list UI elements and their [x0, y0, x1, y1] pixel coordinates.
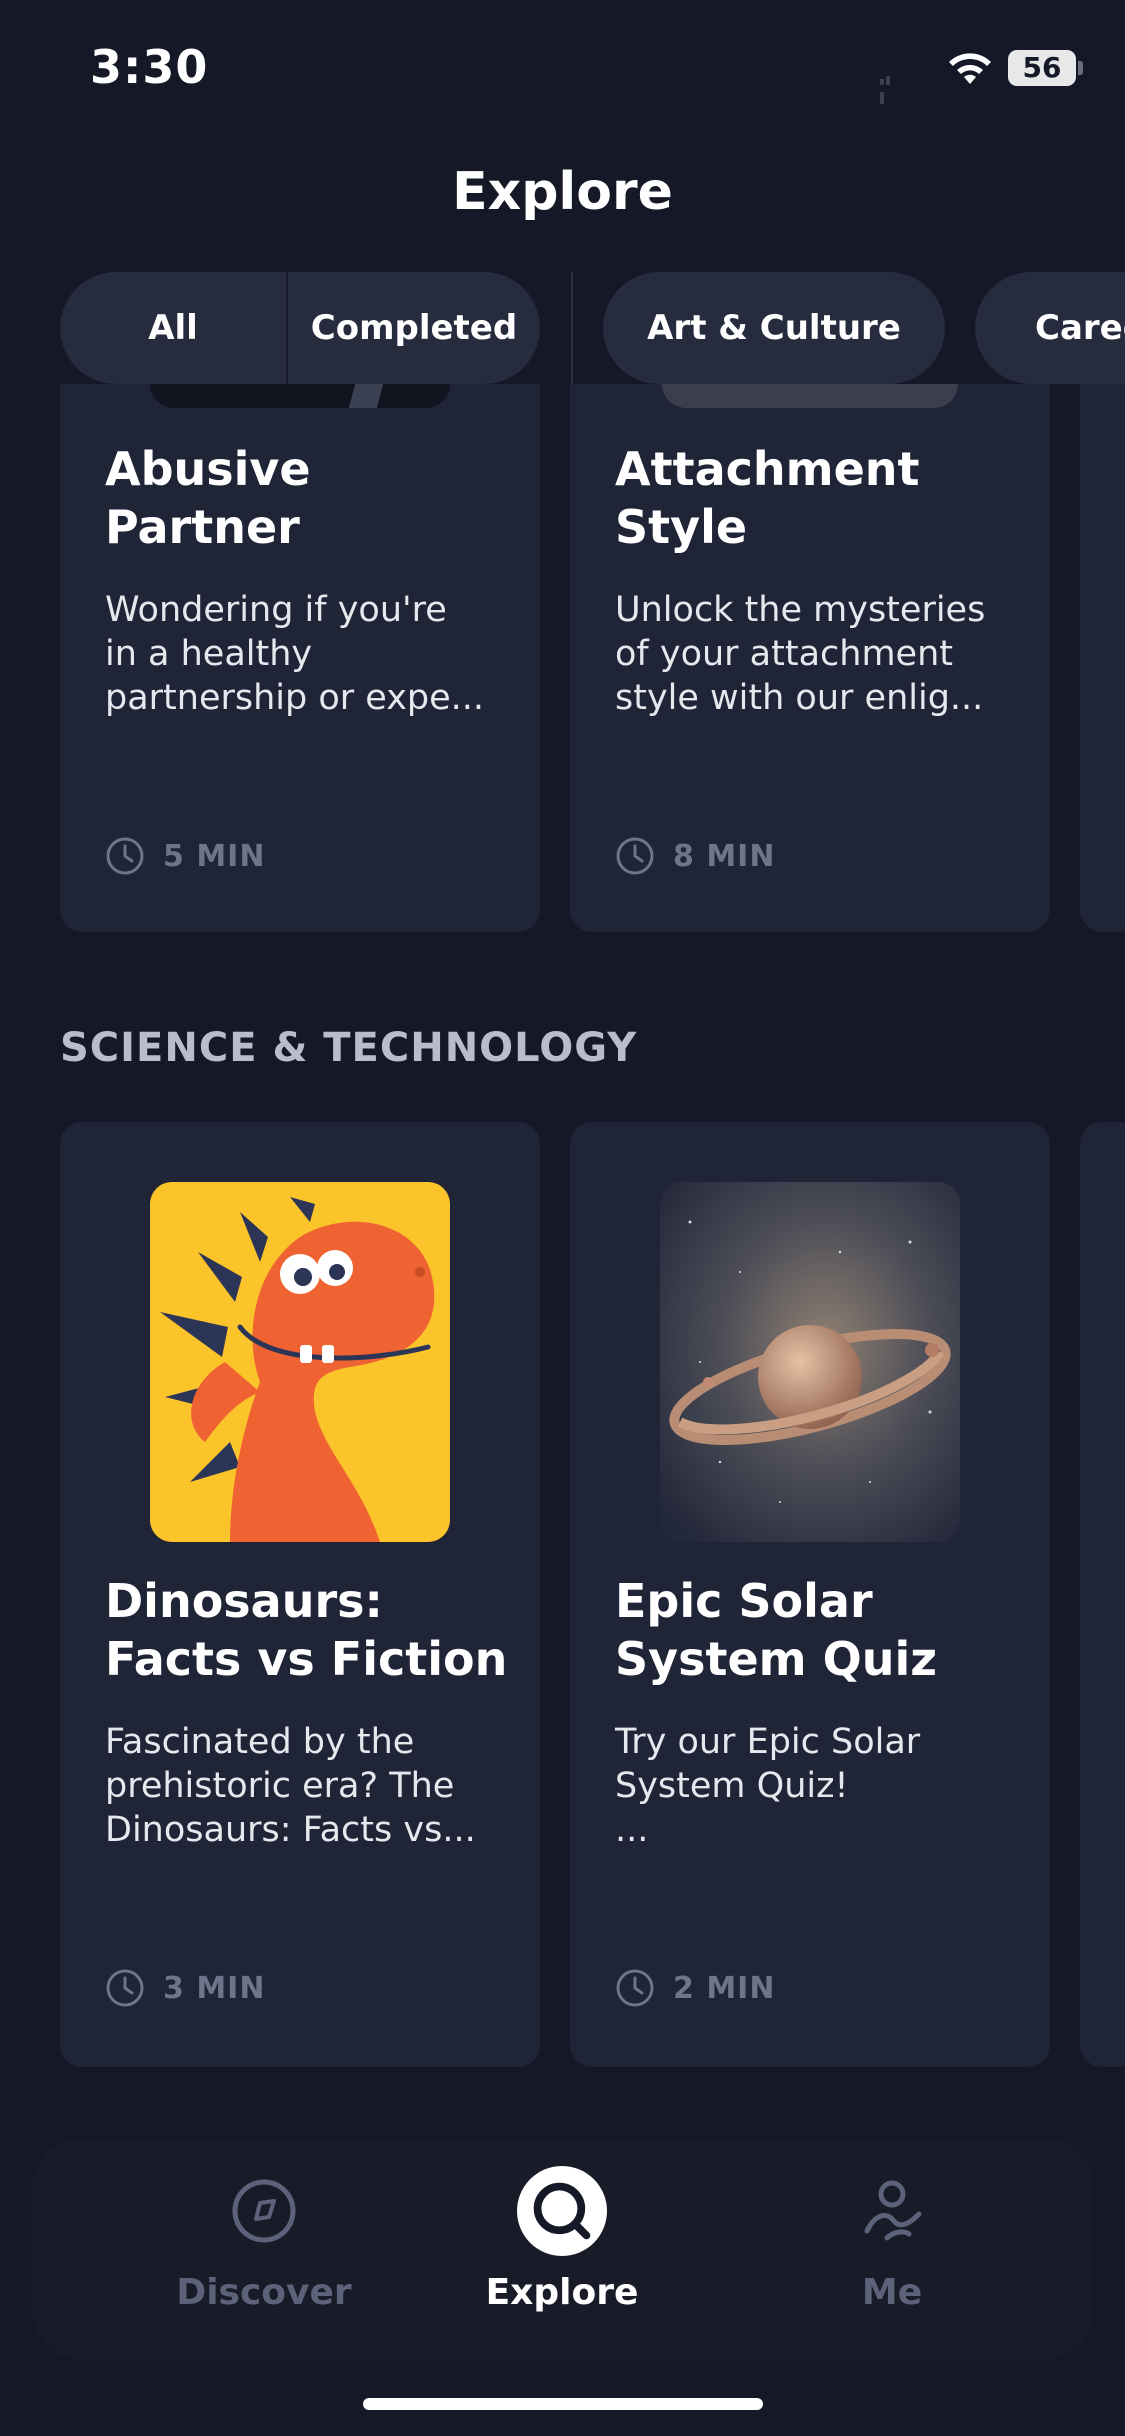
nav-label: Discover: [176, 2272, 352, 2313]
filter-row: All Completed Art & Culture Caree: [0, 272, 1125, 384]
bottom-navigation: Discover Explore Me: [32, 2138, 1093, 2360]
nav-discover[interactable]: Discover: [114, 2138, 414, 2360]
battery-tip: [1078, 61, 1083, 75]
nav-label: Explore: [485, 2272, 639, 2313]
quiz-card-dinosaurs[interactable]: Dinosaurs: Facts vs Fiction Fascinated b…: [60, 1122, 540, 2067]
card-image-edge: [150, 384, 450, 408]
filter-all[interactable]: All: [60, 272, 288, 384]
battery-indicator: 56: [1008, 50, 1076, 86]
card-duration: 2 MIN: [615, 1968, 775, 2008]
filter-divider: [571, 272, 573, 384]
nav-me[interactable]: Me: [742, 2138, 1042, 2360]
planet-illustration: [660, 1182, 960, 1542]
filter-career[interactable]: Caree: [975, 272, 1125, 384]
card-image-edge: [662, 384, 958, 408]
quiz-card-abusive-partner[interactable]: Abusive Partner Wondering if you're in a…: [60, 300, 540, 932]
quiz-card-partial-right[interactable]: [1080, 300, 1125, 932]
section-heading: SCIENCE & TECHNOLOGY: [60, 1025, 638, 1071]
clock-icon: [616, 837, 654, 875]
cellular-signal-icon: [880, 66, 894, 104]
card-description: Wondering if you're in a healthy partner…: [105, 590, 485, 718]
card-description: Unlock the mysteries of your attachment …: [615, 590, 986, 718]
clock-icon: [616, 1969, 654, 2007]
card-title: Abusive Partner: [105, 442, 311, 554]
filter-art-culture[interactable]: Art & Culture: [603, 272, 945, 384]
person-icon: [864, 2180, 922, 2241]
card-title: Dinosaurs: Facts vs Fiction: [105, 1574, 508, 1686]
card-title: Attachment Style: [615, 442, 920, 554]
quiz-card-attachment-style[interactable]: Attachment Style Unlock the mysteries of…: [570, 300, 1050, 932]
card-description: Try our Epic Solar System Quiz! ...: [615, 1722, 921, 1850]
wifi-icon: [949, 53, 991, 84]
search-icon: [517, 2166, 607, 2256]
status-segmented-control: All Completed: [60, 272, 540, 384]
clock-icon: [106, 1969, 144, 2007]
filter-completed[interactable]: Completed: [288, 272, 540, 384]
nav-explore[interactable]: Explore: [412, 2138, 712, 2360]
compass-icon: [232, 2179, 296, 2243]
status-time: 3:30: [90, 40, 209, 94]
card-title: Epic Solar System Quiz: [615, 1574, 938, 1686]
quiz-card-solar-system[interactable]: Epic Solar System Quiz Try our Epic Sola…: [570, 1122, 1050, 2067]
dinosaur-illustration: [150, 1182, 450, 1542]
card-duration: 8 MIN: [615, 836, 775, 876]
card-duration: 3 MIN: [105, 1968, 265, 2008]
nav-label: Me: [861, 2272, 923, 2313]
quiz-card-partial-right[interactable]: [1080, 1122, 1125, 2067]
clock-icon: [106, 837, 144, 875]
page-title: Explore: [452, 162, 673, 222]
card-description: Fascinated by the prehistoric era? The D…: [105, 1722, 476, 1850]
status-bar: 3:30 56: [0, 0, 1125, 130]
card-duration: 5 MIN: [105, 836, 265, 876]
home-indicator[interactable]: [363, 2398, 763, 2410]
